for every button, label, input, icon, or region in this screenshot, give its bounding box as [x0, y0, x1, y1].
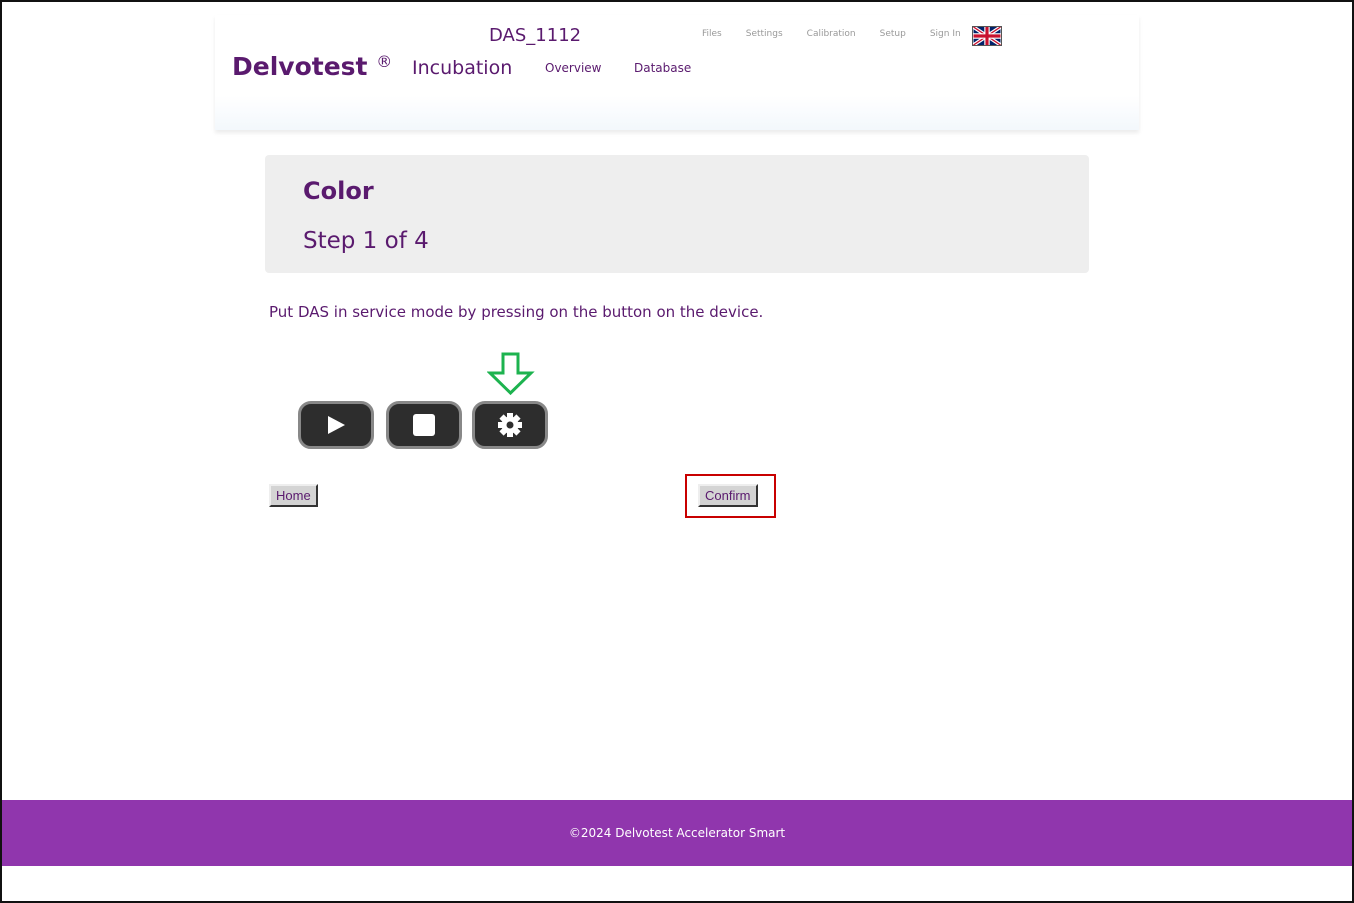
- device-name: DAS_1112: [489, 25, 582, 46]
- link-setup[interactable]: Setup: [880, 29, 906, 39]
- link-sign-in[interactable]: Sign In: [930, 29, 961, 39]
- play-icon: [328, 416, 345, 434]
- home-button[interactable]: Home: [269, 484, 318, 507]
- top-links: Files Settings Calibration Setup Sign In: [702, 29, 985, 39]
- page-frame: [0, 0, 1354, 903]
- down-arrow-icon: [487, 352, 535, 396]
- nav-incubation[interactable]: Incubation: [412, 57, 512, 79]
- nav-overview[interactable]: Overview: [545, 61, 602, 75]
- gear-icon: [498, 413, 522, 437]
- stop-icon: [413, 414, 435, 436]
- registered-mark: ®: [376, 52, 393, 71]
- step-title: Color: [303, 177, 374, 205]
- device-play-button: [298, 401, 374, 449]
- device-service-button: [472, 401, 548, 449]
- step-panel: Color Step 1 of 4: [265, 155, 1089, 273]
- uk-flag-icon[interactable]: [972, 26, 1002, 46]
- brand-logo[interactable]: Delvotest ®: [232, 52, 392, 81]
- footer: ©2024 Delvotest Accelerator Smart: [2, 800, 1352, 866]
- brand-name: Delvotest: [232, 52, 368, 81]
- nav-database[interactable]: Database: [634, 61, 691, 75]
- device-stop-button: [386, 401, 462, 449]
- step-counter: Step 1 of 4: [303, 228, 429, 254]
- footer-copyright: ©2024 Delvotest Accelerator Smart: [568, 826, 786, 840]
- link-settings[interactable]: Settings: [746, 29, 783, 39]
- instruction-text: Put DAS in service mode by pressing on t…: [269, 303, 764, 321]
- header: DAS_1112 Files Settings Calibration Setu…: [215, 15, 1139, 130]
- link-files[interactable]: Files: [702, 29, 722, 39]
- link-calibration[interactable]: Calibration: [807, 29, 856, 39]
- confirm-button[interactable]: Confirm: [698, 484, 758, 507]
